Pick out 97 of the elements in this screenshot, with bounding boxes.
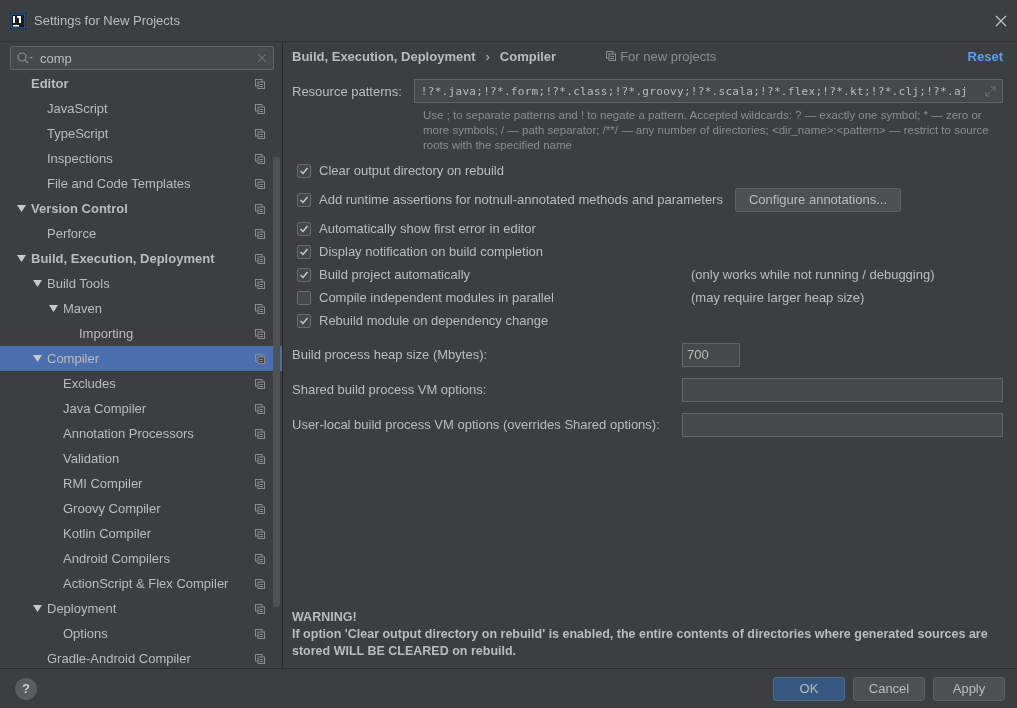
copy-icon [255,453,265,464]
checkbox[interactable] [297,163,311,178]
configure-annotations-button[interactable]: Configure annotations... [734,187,901,212]
copy-icon [255,178,265,189]
breadcrumb-item: Build, Execution, Deployment [292,48,476,64]
copy-icon [255,203,265,214]
tree-item[interactable]: TypeScript [0,121,282,146]
checkbox[interactable] [297,221,311,236]
copy-icon [255,278,265,289]
tree-item[interactable]: Build Tools [0,271,282,296]
tree-item[interactable]: Inspections [0,146,282,171]
field-label: Build process heap size (Mbytes): [292,347,489,362]
option-note: (may require larger heap size) [691,290,865,305]
option-note: (only works while not running / debugging) [691,267,935,282]
tree-item[interactable]: Perforce [0,221,282,246]
app-logo-icon [10,12,26,29]
copy-icon [255,353,265,364]
expanded-arrow-icon[interactable] [49,304,58,313]
copy-icon [255,578,265,589]
checkbox[interactable] [297,267,311,282]
expanded-arrow-icon[interactable] [33,279,42,288]
tree-item[interactable]: Options [0,621,282,646]
tree-item[interactable]: Android Compilers [0,546,282,571]
expanded-arrow-icon[interactable] [17,254,26,263]
checkbox-label[interactable]: Automatically show first error in editor [319,221,691,236]
checkbox[interactable] [297,290,311,305]
dialog-button[interactable]: Cancel [853,676,925,701]
tree-item[interactable]: Excludes [0,371,282,396]
dialog-button[interactable]: Apply [933,676,1005,701]
hint-text: Use ; to separate patterns and ! to negate a pattern. Accepted wildcards: ? — exactly one symbol; * — zero or more symbols; / — path separator; /**/ — any number of directories; <dir_name>:<pattern> — restrict to source roots with the specified name [423,108,990,153]
copy-icon [255,653,265,664]
copy-icon [255,603,265,614]
tree-item[interactable]: Maven [0,296,282,321]
search-field[interactable]: comp [10,46,274,70]
copy-icon [606,51,617,61]
copy-icon [255,428,265,439]
tree-item[interactable]: JavaScript [0,96,282,121]
input-field[interactable]: 700 [682,342,740,367]
tree-item[interactable]: Deployment [0,596,282,621]
copy-icon [255,153,265,164]
checkbox-label[interactable]: Build project automatically [319,267,691,282]
tree-item[interactable]: File and Code Templates [0,171,282,196]
copy-icon [255,128,265,139]
tree-item[interactable]: Kotlin Compiler [0,521,282,546]
checkbox[interactable] [297,313,311,328]
tree-item[interactable]: Version Control [0,196,282,221]
resource-patterns-field[interactable]: !?*.java;!?*.form;!?*.class;!?*.groovy;!?*.scala;!?*.flex;!?*.kt;!?*.clj;!?*.aj [413,79,1003,103]
copy-icon [255,528,265,539]
tree-item[interactable]: RMI Compiler [0,471,282,496]
reset-link[interactable]: Reset [967,48,1003,64]
copy-icon [255,303,265,314]
breadcrumb-separator: › [485,48,490,64]
tree-item[interactable]: Groovy Compiler [0,496,282,521]
dialog-button[interactable]: OK [773,676,845,701]
tree-item[interactable]: Importing [0,321,282,346]
field-label: Resource patterns: [292,83,402,99]
expanded-arrow-icon[interactable] [33,354,42,363]
copy-icon [255,103,265,114]
help-button[interactable]: ? [15,677,37,700]
copy-icon [255,328,265,339]
checkbox-label[interactable]: Clear output directory on rebuild [319,163,691,178]
copy-icon [255,78,265,89]
checkbox-label[interactable]: Rebuild module on dependency change [319,313,691,328]
input-field[interactable] [682,412,1003,437]
tree-item[interactable]: Annotation Processors [0,421,282,446]
tree-item[interactable]: Validation [0,446,282,471]
checkbox-label[interactable]: Add runtime assertions for notnull-annotated methods and parameters [319,192,723,207]
checkbox[interactable] [297,244,311,259]
tree-item[interactable]: Editor [0,71,282,96]
warning-text: If option 'Clear output directory on rebuild' is enabled, the entire contents of directories where generated sources are stored WILL BE CLEARED on rebuild. [292,626,989,660]
tree-item[interactable]: Gradle-Android Compiler [0,646,282,668]
copy-icon [255,228,265,239]
expanded-arrow-icon[interactable] [17,204,26,213]
copy-icon [255,628,265,639]
expanded-arrow-icon[interactable] [33,604,42,613]
field-label: Shared build process VM options: [292,382,488,397]
search-icon [17,52,34,64]
field-label: User-local build process VM options (overrides Shared options): [292,417,661,432]
tree-item[interactable]: Build, Execution, Deployment [0,246,282,271]
tree-item[interactable]: ActionScript & Flex Compiler [0,571,282,596]
copy-icon [255,253,265,264]
window-title: Settings for New Projects [34,13,181,28]
checkbox-label[interactable]: Display notification on build completion [319,244,691,259]
breadcrumb-item: Compiler [499,48,557,64]
checkbox-label[interactable]: Compile independent modules in parallel [319,290,691,305]
tree-item[interactable]: Java Compiler [0,396,282,421]
copy-icon [255,403,265,414]
scope-note: For new projects [620,48,717,64]
scrollbar[interactable] [273,157,280,607]
close-icon[interactable] [995,14,1007,27]
warning-title: WARNING! [292,609,358,626]
copy-icon [255,478,265,489]
checkbox[interactable] [297,192,311,207]
copy-icon [255,378,265,389]
input-field[interactable] [682,377,1003,402]
copy-icon [255,553,265,564]
copy-icon [255,503,265,514]
